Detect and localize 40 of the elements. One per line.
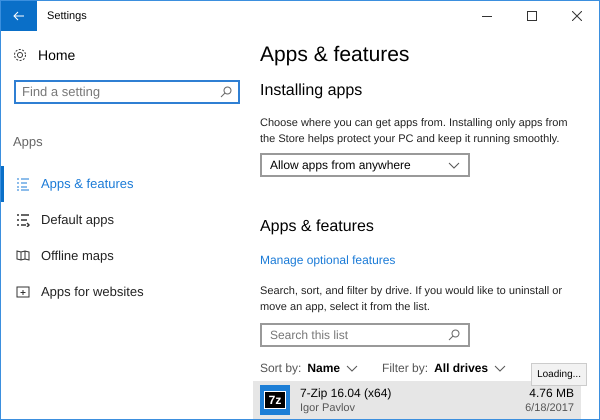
back-arrow-icon: [13, 11, 25, 21]
window-plus-icon: [16, 284, 30, 298]
search-icon: [448, 329, 460, 341]
description: Search, sort, and filter by drive. If you would like to uninstall or move an app, select it from the list.: [260, 284, 564, 315]
search-list-field[interactable]: Search this list: [260, 323, 470, 347]
search-icon: [220, 86, 232, 98]
app-date: 6/18/2017: [525, 400, 574, 415]
manage-features-link[interactable]: Manage optional features: [260, 251, 396, 269]
map-icon: [16, 248, 30, 262]
install-source-dropdown[interactable]: Allow apps from anywhere: [260, 153, 470, 177]
nav-item[interactable]: Apps for websites: [1, 274, 253, 310]
find-setting-field[interactable]: Find a setting: [14, 80, 240, 104]
list-icon: [16, 212, 30, 226]
maximize-icon: [526, 11, 536, 21]
app-icon: 7z: [260, 385, 290, 416]
sort-dropdown[interactable]: Sort by: Name: [260, 359, 358, 378]
list-icon: [16, 176, 30, 190]
app-row[interactable]: 7z 7-Zip 16.04 (x64) Igor Pavlov 4.76 MB 6/18/2017: [253, 381, 581, 419]
chevron-down-icon: [346, 364, 358, 372]
app-size: 4.76 MB: [529, 386, 574, 401]
home-link[interactable]: Home: [38, 44, 76, 66]
nav-item[interactable]: Offline maps: [1, 238, 253, 274]
nav-item[interactable]: Apps & features: [1, 166, 253, 202]
app-name: 7-Zip 16.04 (x64): [300, 386, 392, 401]
description: Choose where you can get apps from. Installing only apps from the Store helps protect your PC and keep it running smoothly.: [260, 116, 569, 147]
gear-icon: [13, 48, 27, 62]
nav-item[interactable]: Default apps: [1, 202, 253, 238]
window-title: Settings: [47, 8, 87, 24]
chevron-down-icon: [494, 364, 506, 372]
page-title: Apps & features: [260, 42, 410, 68]
loading-tooltip: Loading...: [531, 363, 587, 386]
close-icon: [572, 11, 582, 21]
app-publisher: Igor Pavlov: [300, 400, 356, 415]
find-setting-input[interactable]: Find a setting: [22, 82, 220, 102]
section-heading: Apps: [13, 133, 44, 151]
filter-dropdown[interactable]: Filter by: All drives: [382, 359, 506, 378]
chevron-down-icon: [448, 162, 460, 168]
section-heading: Installing apps: [260, 81, 364, 101]
search-list-input[interactable]: Search this list: [270, 326, 448, 344]
section-heading: Apps & features: [260, 217, 375, 237]
